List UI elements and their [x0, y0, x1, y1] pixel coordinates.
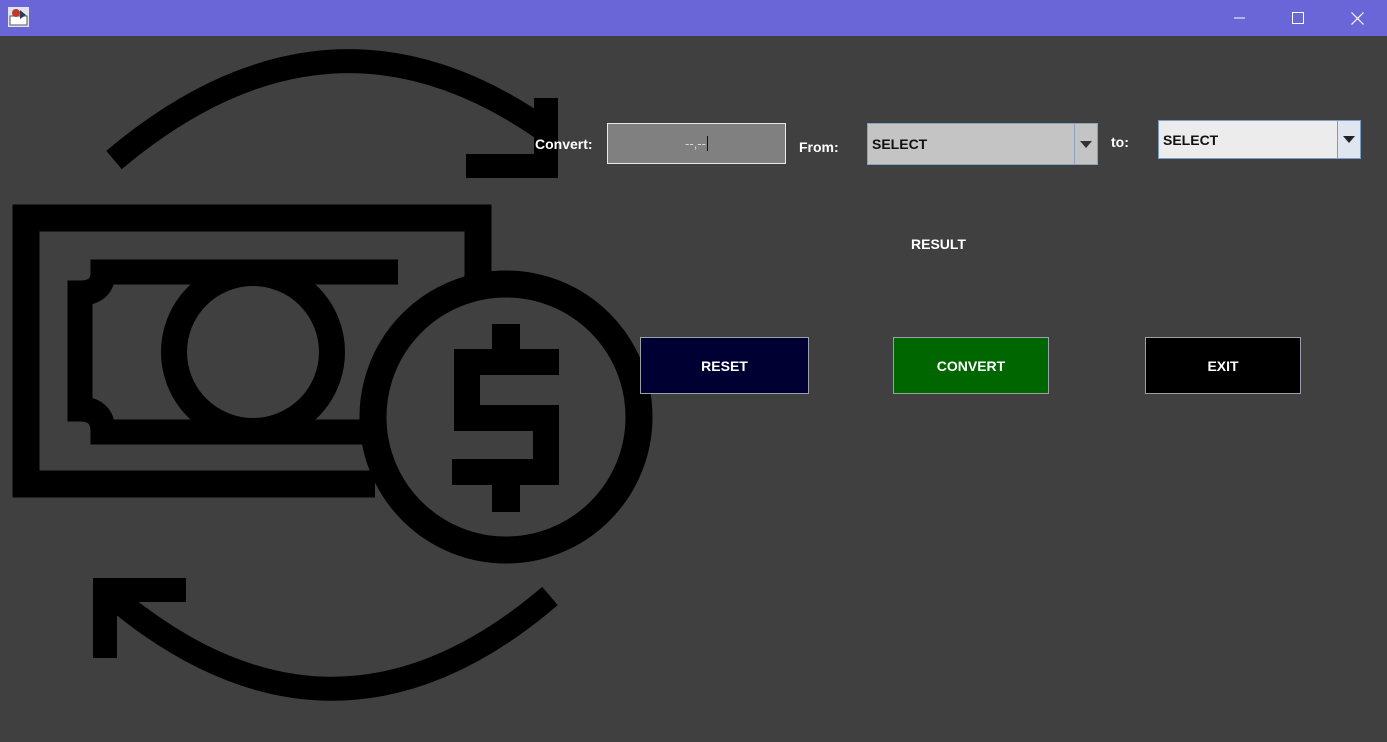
to-label: to: — [1111, 134, 1129, 150]
close-icon — [1350, 11, 1364, 25]
title-bar — [0, 0, 1387, 36]
maximize-icon — [1292, 12, 1304, 24]
from-selected-value: SELECT — [872, 136, 928, 152]
to-dropdown-button[interactable] — [1337, 121, 1360, 158]
chevron-down-icon — [1080, 140, 1092, 148]
amount-input[interactable]: --,-- — [607, 123, 786, 164]
close-button[interactable] — [1328, 0, 1386, 36]
money-exchange-icon — [12, 49, 653, 701]
exit-button[interactable]: EXIT — [1145, 337, 1301, 394]
from-currency-select[interactable]: SELECT — [867, 123, 1098, 165]
minimize-icon — [1234, 17, 1245, 19]
from-label: From: — [799, 139, 839, 155]
java-app-icon — [8, 7, 29, 27]
chevron-down-icon — [1343, 136, 1355, 143]
to-currency-select[interactable]: SELECT — [1158, 120, 1361, 159]
to-selected-value: SELECT — [1163, 131, 1219, 148]
result-text: RESULT — [911, 236, 966, 252]
convert-label: Convert: — [535, 136, 593, 152]
reset-button[interactable]: RESET — [640, 337, 809, 394]
text-caret — [706, 136, 708, 151]
amount-value: --,-- — [685, 136, 706, 151]
from-dropdown-button[interactable] — [1074, 124, 1097, 164]
app-content: Convert: --,-- From: SELECT to: SELECT R… — [0, 36, 1387, 742]
convert-button[interactable]: CONVERT — [893, 337, 1049, 394]
maximize-button[interactable] — [1269, 0, 1327, 36]
minimize-button[interactable] — [1211, 0, 1269, 36]
